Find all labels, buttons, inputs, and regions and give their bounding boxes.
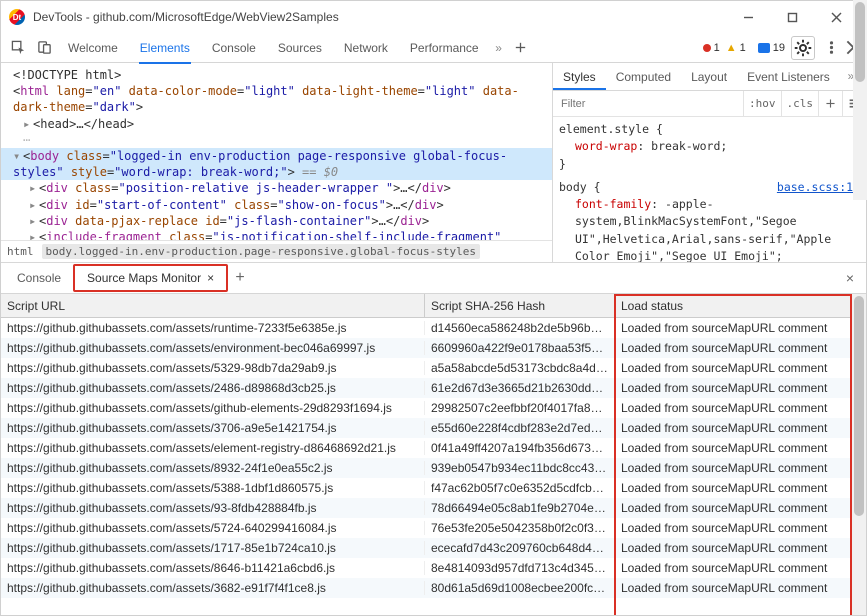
source-maps-table: Script URL Script SHA-256 Hash Load stat… xyxy=(1,294,866,615)
table-row[interactable]: https://github.githubassets.com/assets/1… xyxy=(1,538,866,558)
drawer-new-tab-icon[interactable]: + xyxy=(228,269,252,287)
table-row[interactable]: https://github.githubassets.com/assets/3… xyxy=(1,578,866,598)
warning-count[interactable]: ▲1 xyxy=(726,42,746,54)
drawer-tabs: Console Source Maps Monitor × + × xyxy=(1,263,866,294)
table-row[interactable]: https://github.githubassets.com/assets/5… xyxy=(1,518,866,538)
dom-breadcrumb[interactable]: html body.logged-in.env-production.page-… xyxy=(1,240,552,262)
table-row[interactable]: https://github.githubassets.com/assets/e… xyxy=(1,438,866,458)
tab-sources[interactable]: Sources xyxy=(267,33,333,63)
new-style-rule-icon[interactable] xyxy=(818,91,842,116)
upper-panels: <!DOCTYPE html><html lang="en" data-colo… xyxy=(1,63,866,263)
styles-scrollbar[interactable] xyxy=(853,0,867,200)
inspect-element-icon[interactable] xyxy=(5,35,31,61)
drawer-tab-console[interactable]: Console xyxy=(5,264,73,292)
table-row[interactable]: https://github.githubassets.com/assets/r… xyxy=(1,318,866,338)
settings-icon[interactable] xyxy=(791,36,815,60)
tab-console[interactable]: Console xyxy=(201,33,267,63)
tab-welcome[interactable]: Welcome xyxy=(57,33,129,63)
styles-filter-row: :hov .cls xyxy=(553,91,866,117)
window-title: DevTools - github.com/MicrosoftEdge/WebV… xyxy=(33,10,726,24)
col-script-hash[interactable]: Script SHA-256 Hash xyxy=(425,294,615,317)
tabs-overflow-icon[interactable]: » xyxy=(490,41,508,55)
styles-tab-event-listeners[interactable]: Event Listeners xyxy=(737,63,840,90)
close-tab-icon[interactable]: × xyxy=(207,264,214,292)
cls-toggle[interactable]: .cls xyxy=(781,91,819,116)
table-body: https://github.githubassets.com/assets/r… xyxy=(1,318,866,598)
table-header: Script URL Script SHA-256 Hash Load stat… xyxy=(1,294,866,318)
table-row[interactable]: https://github.githubassets.com/assets/3… xyxy=(1,418,866,438)
window-close-button[interactable] xyxy=(814,1,858,33)
styles-tab-computed[interactable]: Computed xyxy=(606,63,681,90)
app-icon: Dt xyxy=(9,9,25,25)
message-count[interactable]: 19 xyxy=(758,42,785,54)
styles-tab-styles[interactable]: Styles xyxy=(553,63,606,90)
hover-toggle[interactable]: :hov xyxy=(743,91,781,116)
tab-elements[interactable]: Elements xyxy=(129,33,201,63)
device-toggle-icon[interactable] xyxy=(31,35,57,61)
table-row[interactable]: https://github.githubassets.com/assets/g… xyxy=(1,398,866,418)
styles-tab-layout[interactable]: Layout xyxy=(681,63,737,90)
elements-dom-tree[interactable]: <!DOCTYPE html><html lang="en" data-colo… xyxy=(1,63,552,262)
crumb-body[interactable]: body.logged-in.env-production.page-respo… xyxy=(42,244,480,259)
main-tabs: WelcomeElementsConsoleSourcesNetworkPerf… xyxy=(57,33,490,63)
crumb-html[interactable]: html xyxy=(7,245,34,258)
main-toolbar: WelcomeElementsConsoleSourcesNetworkPerf… xyxy=(1,33,866,63)
table-row[interactable]: https://github.githubassets.com/assets/8… xyxy=(1,458,866,478)
new-tab-button[interactable] xyxy=(508,35,534,61)
table-row[interactable]: https://github.githubassets.com/assets/8… xyxy=(1,558,866,578)
table-scrollbar[interactable] xyxy=(852,294,866,615)
table-row[interactable]: https://github.githubassets.com/assets/5… xyxy=(1,478,866,498)
drawer: Console Source Maps Monitor × + × Script… xyxy=(1,263,866,615)
drawer-close-icon[interactable]: × xyxy=(838,270,862,286)
more-options-icon[interactable] xyxy=(818,35,844,61)
col-load-status[interactable]: Load status xyxy=(615,294,866,317)
styles-rules[interactable]: element.style {word-wrap: break-word;}bo… xyxy=(553,117,866,262)
drawer-tab-source-maps-monitor[interactable]: Source Maps Monitor × xyxy=(73,264,228,292)
window-maximize-button[interactable] xyxy=(770,1,814,33)
col-script-url[interactable]: Script URL xyxy=(1,294,425,317)
tab-performance[interactable]: Performance xyxy=(399,33,490,63)
drawer-tab-label: Source Maps Monitor xyxy=(87,264,201,292)
tab-network[interactable]: Network xyxy=(333,33,399,63)
window-minimize-button[interactable] xyxy=(726,1,770,33)
table-row[interactable]: https://github.githubassets.com/assets/2… xyxy=(1,378,866,398)
table-row[interactable]: https://github.githubassets.com/assets/5… xyxy=(1,358,866,378)
styles-filter-input[interactable] xyxy=(553,91,743,116)
table-row[interactable]: https://github.githubassets.com/assets/e… xyxy=(1,338,866,358)
styles-panel: StylesComputedLayoutEvent Listeners» :ho… xyxy=(552,63,866,262)
window-titlebar: Dt DevTools - github.com/MicrosoftEdge/W… xyxy=(1,1,866,33)
table-row[interactable]: https://github.githubassets.com/assets/9… xyxy=(1,498,866,518)
error-count[interactable]: 1 xyxy=(703,42,720,54)
styles-tabs: StylesComputedLayoutEvent Listeners» xyxy=(553,63,866,91)
